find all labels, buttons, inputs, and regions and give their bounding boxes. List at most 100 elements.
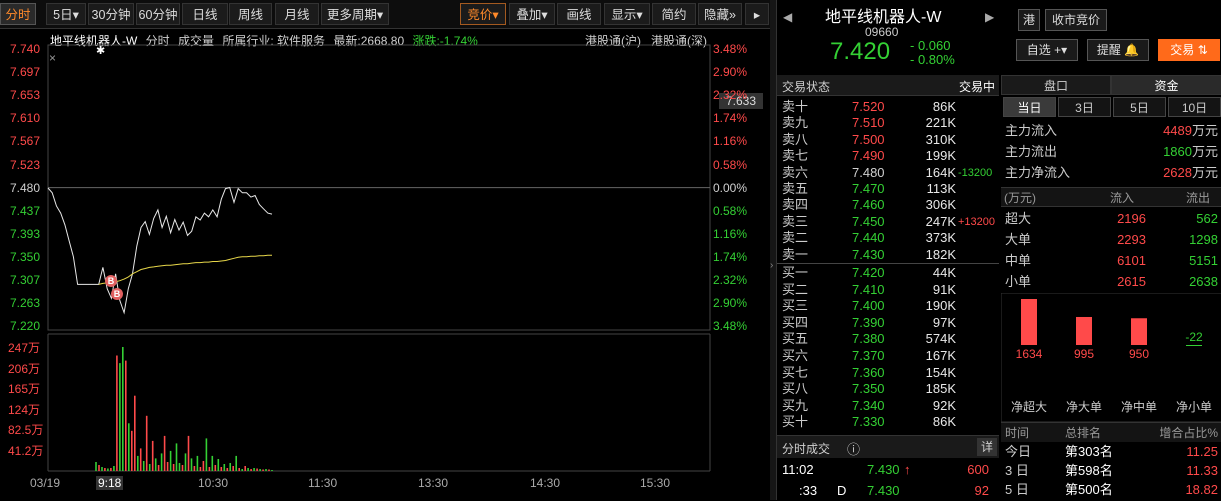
size-outflow: 1298	[1189, 232, 1218, 247]
bid-volume: 154K	[925, 364, 956, 380]
tab-intraday[interactable]: 分时	[0, 3, 36, 25]
level-label: 卖七	[782, 148, 809, 164]
ask-row[interactable]: 卖九 7.510 221K	[777, 115, 999, 132]
time-tick: 10:30	[198, 476, 229, 490]
tab-monthly[interactable]: 月线	[275, 3, 319, 25]
display-button[interactable]: 显示▾	[604, 3, 650, 25]
level-label: 卖二	[782, 230, 809, 246]
ask-price: 7.470	[852, 181, 885, 196]
flow-label: 主力净流入	[1005, 165, 1071, 180]
divider	[777, 263, 999, 264]
period-tab[interactable]: 10日	[1168, 97, 1221, 117]
hk-badge[interactable]: 港	[1018, 9, 1040, 31]
ask-row[interactable]: 卖一 7.430 182K	[777, 247, 999, 264]
percent-tick: 0.58%	[713, 157, 748, 172]
bid-row[interactable]: 买七 7.360 154K	[777, 365, 999, 382]
overlay-button[interactable]: 叠加▾	[509, 3, 555, 25]
net-flow-value: 950	[1129, 347, 1149, 361]
ask-row[interactable]: 卖三 7.450 247K +13200	[777, 214, 999, 231]
bid-row[interactable]: 买四 7.390 97K	[777, 315, 999, 332]
ask-price: 7.430	[852, 246, 885, 262]
info-icon[interactable]: ⓘ	[847, 439, 860, 458]
ask-row[interactable]: 卖五 7.470 113K	[777, 181, 999, 198]
ask-row[interactable]: 卖七 7.490 199K	[777, 148, 999, 165]
price-tick: 7.263	[10, 296, 41, 311]
percent-tick: 1.74%	[713, 111, 748, 126]
buy-marker-icon[interactable]: B	[111, 288, 123, 300]
flow-unit: 万元	[1191, 123, 1218, 138]
tab-label: 周线	[237, 8, 263, 22]
ask-row[interactable]: 卖八 7.500 310K	[777, 132, 999, 149]
percent-tick: 1.16%	[713, 226, 748, 241]
status-value: 交易中	[958, 80, 995, 94]
prev-stock-icon[interactable]: ◀	[783, 10, 792, 24]
rank-row: 今日 第303名 11.25	[1003, 442, 1220, 461]
bid-row[interactable]: 买十 7.330 86K	[777, 414, 999, 431]
bid-row[interactable]: 买五 7.380 574K	[777, 331, 999, 348]
level-label: 买九	[782, 397, 809, 413]
tab-5day[interactable]: 5日▾	[46, 3, 86, 25]
ask-row[interactable]: 卖十 7.520 86K	[777, 99, 999, 116]
swap-icon: ⇅	[1197, 43, 1208, 57]
ask-volume: 113K	[926, 181, 956, 196]
tab-daily[interactable]: 日线	[182, 3, 228, 25]
tab-label: 分时	[5, 8, 31, 22]
tab-30min[interactable]: 30分钟	[88, 3, 134, 25]
bid-row[interactable]: 买二 7.410 91K	[777, 282, 999, 299]
stock-title: 地平线机器人-W	[825, 9, 942, 26]
price-tick: 7.220	[10, 319, 41, 334]
price-tick: 7.350	[10, 249, 41, 264]
tab-label: 日线	[192, 8, 218, 22]
tab-capital[interactable]: 资金	[1111, 75, 1221, 95]
order-book: 交易状态 交易中 卖十 7.520 86K 卖九 7.510 221K 卖八 7.500 310…	[777, 75, 999, 498]
period-tab[interactable]: 当日	[1003, 97, 1056, 117]
hide-button[interactable]: 隐藏»	[698, 3, 742, 25]
ask-row[interactable]: 卖二 7.440 373K	[777, 230, 999, 247]
next-stock-icon[interactable]: ▶	[985, 10, 994, 24]
period-tab[interactable]: 3日	[1058, 97, 1111, 117]
trade-button[interactable]: 交易 ⇅	[1158, 39, 1220, 61]
reminder-button[interactable]: 提醒 🔔	[1087, 39, 1149, 61]
button-label: 竞价	[467, 8, 493, 22]
size-outflow: 562	[1196, 211, 1218, 226]
rank-head-total: 总排名	[1065, 426, 1102, 440]
bid-row[interactable]: 买八 7.350 185K	[777, 381, 999, 398]
rank-period: 今日	[1005, 444, 1032, 459]
period-tab[interactable]: 5日	[1113, 97, 1166, 117]
tab-more-periods[interactable]: 更多周期▾	[321, 3, 389, 25]
chart-toolbar: 分时 5日▾ 30分钟 60分钟 日线 周线 月线 更多周期▾ 竞价▾ 叠加▾ …	[0, 0, 772, 29]
net-flow-value: -22	[1185, 330, 1203, 344]
bid-row[interactable]: 买一 7.420 44K	[777, 265, 999, 282]
tab-60min[interactable]: 60分钟	[136, 3, 180, 25]
percent-tick: 3.48%	[713, 42, 748, 56]
ask-volume: 221K	[925, 115, 956, 131]
percent-tick: 0.58%	[713, 203, 748, 218]
button-label: 交易	[1170, 43, 1195, 57]
watchlist-button[interactable]: 自选 +▾	[1016, 39, 1078, 61]
bid-volume: 92K	[932, 397, 956, 413]
tab-orderbook[interactable]: 盘口	[1001, 75, 1111, 95]
chevron-down-icon: ▾	[1061, 43, 1068, 57]
buy-marker-icon[interactable]: B	[105, 275, 117, 287]
expand-panel-button[interactable]: ▸	[745, 3, 769, 25]
detail-button[interactable]: 详	[977, 438, 997, 456]
tab-weekly[interactable]: 周线	[229, 3, 272, 25]
expand-icon: »	[729, 8, 736, 22]
ask-row[interactable]: 卖六 7.480 164K -13200	[777, 165, 999, 182]
volume-tick: 124万	[8, 402, 41, 417]
simple-button[interactable]: 简约	[652, 3, 696, 25]
auction-button[interactable]: 竞价▾	[460, 3, 506, 25]
ask-row[interactable]: 卖四 7.460 306K	[777, 197, 999, 214]
bid-price: 7.410	[852, 281, 885, 297]
intraday-chart[interactable]: 地平线机器人-W 分时 成交量 所属行业: 软件服务 最新:2668.80 涨跌…	[0, 29, 770, 500]
price-tick: 7.523	[10, 157, 41, 172]
ticks-label: 分时成交	[782, 442, 831, 456]
rank-value: 第500名	[1065, 482, 1113, 497]
bid-row[interactable]: 买九 7.340 92K	[777, 398, 999, 415]
closing-auction-button[interactable]: 收市竞价	[1045, 9, 1107, 31]
draw-button[interactable]: 画线	[557, 3, 601, 25]
bid-row[interactable]: 买六 7.370 167K	[777, 348, 999, 365]
size-row: 小单 2615 2638	[1003, 271, 1220, 292]
bid-row[interactable]: 买三 7.400 190K	[777, 298, 999, 315]
flow-unit: 万元	[1191, 165, 1218, 180]
